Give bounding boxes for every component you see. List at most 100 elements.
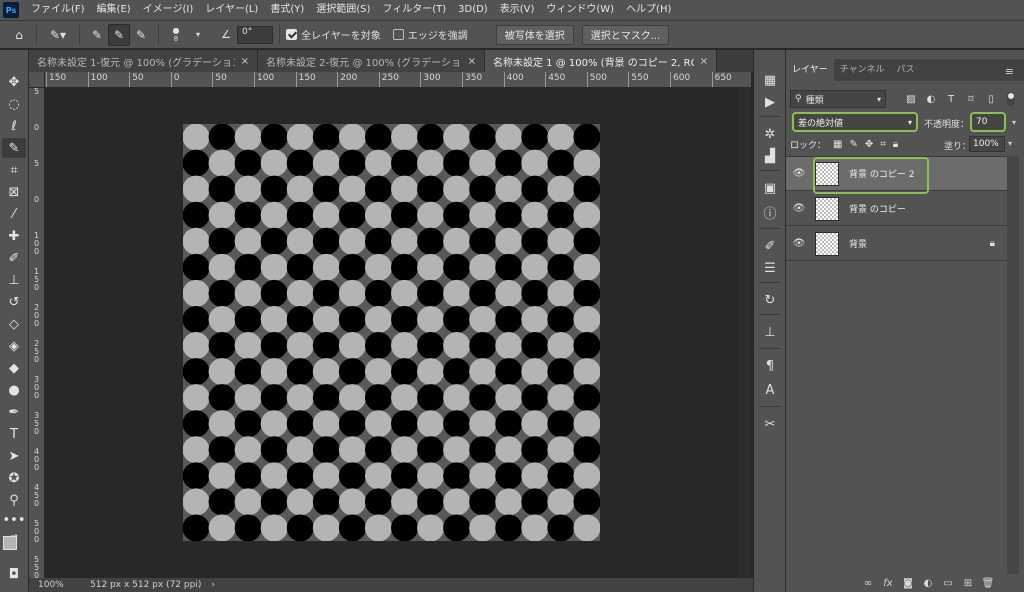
menu-file[interactable]: ファイル(F) [25, 0, 91, 20]
menu-filter[interactable]: フィルター(T) [376, 0, 452, 20]
histogram-icon[interactable]: ▟ [760, 146, 780, 166]
document-canvas[interactable] [183, 124, 600, 541]
healing-brush-tool-icon[interactable]: ✚ [2, 226, 26, 246]
tab-layers[interactable]: レイヤー [786, 59, 834, 81]
new-layer-icon[interactable]: ⊞ [958, 578, 978, 589]
tab-document-1[interactable]: 名称未設定 1-復元 @ 100% (グラデーションマッ... × [29, 50, 258, 72]
chevron-down-icon[interactable]: ▾ [187, 24, 209, 46]
menu-help[interactable]: ヘルプ(H) [620, 0, 677, 20]
add-to-selection-icon[interactable]: ✎ [108, 23, 130, 46]
brush-tool-icon[interactable]: ✐ [2, 248, 26, 268]
trash-icon[interactable]: 🗑︎ [978, 578, 998, 589]
link-layers-icon[interactable]: ∞ [858, 578, 878, 589]
tool-preset-icon[interactable]: ✎▾ [43, 24, 73, 46]
angle-input[interactable]: 0° [237, 25, 273, 44]
opacity-input[interactable]: 70 [970, 112, 1006, 132]
history-panel-icon[interactable]: ▦ [760, 70, 780, 90]
tab-document-2[interactable]: 名称未設定 2-復元 @ 100% (グラデーションマッ... × [258, 50, 485, 72]
tool-presets-icon[interactable]: ✂ [760, 414, 780, 434]
filter-toggle[interactable] [1007, 92, 1015, 106]
new-selection-icon[interactable]: ✎ [86, 24, 108, 46]
lock-all-icon[interactable]: 🔒︎ [893, 139, 898, 150]
layer-row[interactable]: 👁︎ 背景 のコピー [786, 192, 1007, 226]
home-icon[interactable]: ⌂ [8, 24, 30, 46]
tab-document-active[interactable]: 名称未設定 1 @ 100% (背景 のコピー 2, RGB/8#) * × [485, 50, 717, 72]
eraser-tool-icon[interactable]: ◇ [2, 314, 26, 334]
quick-selection-tool-icon[interactable]: ✎ [2, 138, 26, 158]
subtract-selection-icon[interactable]: ✎ [130, 24, 152, 46]
add-mask-icon[interactable]: ◙ [898, 578, 918, 589]
ruler-origin[interactable] [29, 72, 45, 88]
layer-row[interactable]: 👁︎ 背景 のコピー 2 [786, 157, 1007, 191]
navigator-icon[interactable]: ✲ [760, 124, 780, 144]
fill-input[interactable]: 100% [969, 136, 1005, 152]
sample-all-layers-checkbox[interactable] [286, 29, 297, 40]
select-and-mask-button[interactable]: 選択とマスク... [581, 24, 670, 45]
menu-3d[interactable]: 3D(D) [452, 0, 494, 20]
brush-size-picker[interactable]: ● 8 [165, 24, 187, 46]
select-subject-button[interactable]: 被写体を選択 [495, 24, 574, 45]
layers-scrollbar[interactable] [1007, 156, 1019, 586]
filter-smart-object-icon[interactable]: ▯ [984, 92, 998, 106]
more-tools-icon[interactable]: ••• [2, 510, 26, 530]
info-icon[interactable]: ⓘ [760, 202, 780, 222]
adjustments-icon[interactable]: ☰ [760, 258, 780, 278]
filter-pixel-icon[interactable]: ▨ [904, 92, 918, 106]
vertical-ruler[interactable]: 5 0 5 0 1 0 0 1 5 0 2 0 0 2 5 0 3 0 0 3 5 0 4 0 0 4… [29, 88, 45, 578]
close-icon[interactable]: × [700, 56, 708, 67]
path-selection-tool-icon[interactable]: ➤ [2, 446, 26, 466]
eye-icon[interactable]: 👁︎ [789, 238, 809, 249]
shape-tool-icon[interactable]: ✪ [2, 468, 26, 488]
menu-layer[interactable]: レイヤー(L) [199, 0, 264, 20]
close-icon[interactable]: × [468, 56, 476, 67]
dodge-tool-icon[interactable]: ● [2, 380, 26, 400]
tab-channels[interactable]: チャンネル [834, 59, 891, 81]
opacity-dropdown-icon[interactable]: ▾ [1008, 116, 1020, 128]
menu-window[interactable]: ウィンドウ(W) [540, 0, 620, 20]
properties-icon[interactable]: ▣ [760, 178, 780, 198]
zoom-level[interactable]: 100% [38, 580, 88, 590]
tab-paths[interactable]: パス [890, 59, 920, 81]
foreground-color-swatch[interactable] [3, 536, 17, 550]
zoom-tool-icon[interactable]: ⚲ [2, 490, 26, 510]
paint-bucket-tool-icon[interactable]: ◈ [2, 336, 26, 356]
frame-tool-icon[interactable]: ⊠ [2, 182, 26, 202]
fill-dropdown-icon[interactable]: ▾ [1008, 139, 1012, 148]
move-tool-icon[interactable]: ✥ [2, 72, 26, 92]
eye-icon[interactable]: 👁︎ [789, 168, 809, 179]
filter-adjustment-icon[interactable]: ◐ [924, 92, 938, 106]
actions-play-icon[interactable]: ▶ [760, 92, 780, 112]
layer-filter-kind[interactable]: ⚲ 種類 ▾ [790, 90, 886, 108]
brush-settings-icon[interactable]: ✐ [760, 236, 780, 256]
group-folder-icon[interactable]: ▭ [938, 578, 958, 589]
filter-type-icon[interactable]: T [944, 92, 958, 106]
menu-view[interactable]: 表示(V) [494, 0, 541, 20]
eye-icon[interactable]: 👁︎ [789, 203, 809, 214]
eyedropper-tool-icon[interactable]: ⁄ [2, 204, 26, 224]
fx-icon[interactable]: fx [878, 578, 898, 589]
marquee-tool-icon[interactable]: ◌ [2, 94, 26, 114]
libraries-icon[interactable]: ↻ [760, 290, 780, 310]
crop-tool-icon[interactable]: ⌗ [2, 160, 26, 180]
paragraph-icon[interactable]: ¶ [760, 356, 780, 376]
menu-type[interactable]: 書式(Y) [264, 0, 310, 20]
clone-stamp-tool-icon[interactable]: ⊥ [2, 270, 26, 290]
quick-mask-icon[interactable]: ◘ [2, 564, 26, 584]
menu-select[interactable]: 選択範囲(S) [310, 0, 376, 20]
close-icon[interactable]: × [241, 56, 249, 67]
canvas-scrollbar[interactable] [739, 88, 751, 578]
lock-image-icon[interactable]: ✎ [849, 139, 857, 150]
status-arrow-icon[interactable]: › [211, 580, 215, 590]
lock-position-icon[interactable]: ✥ [865, 139, 873, 150]
menu-edit[interactable]: 編集(E) [91, 0, 137, 20]
clone-source-icon[interactable]: ⊥ [760, 322, 780, 342]
lasso-tool-icon[interactable]: ℓ [2, 116, 26, 136]
character-icon[interactable]: A [760, 380, 780, 400]
panel-menu-icon[interactable]: ≡ [1005, 65, 1014, 78]
filter-shape-icon[interactable]: ⌑ [964, 92, 978, 106]
adjustment-layer-icon[interactable]: ◐ [918, 578, 938, 589]
enhance-edge-checkbox[interactable] [392, 29, 404, 40]
lock-artboard-icon[interactable]: ⌗ [880, 139, 886, 150]
lock-transparent-icon[interactable]: ▦ [833, 139, 842, 150]
blur-tool-icon[interactable]: ◆ [2, 358, 26, 378]
